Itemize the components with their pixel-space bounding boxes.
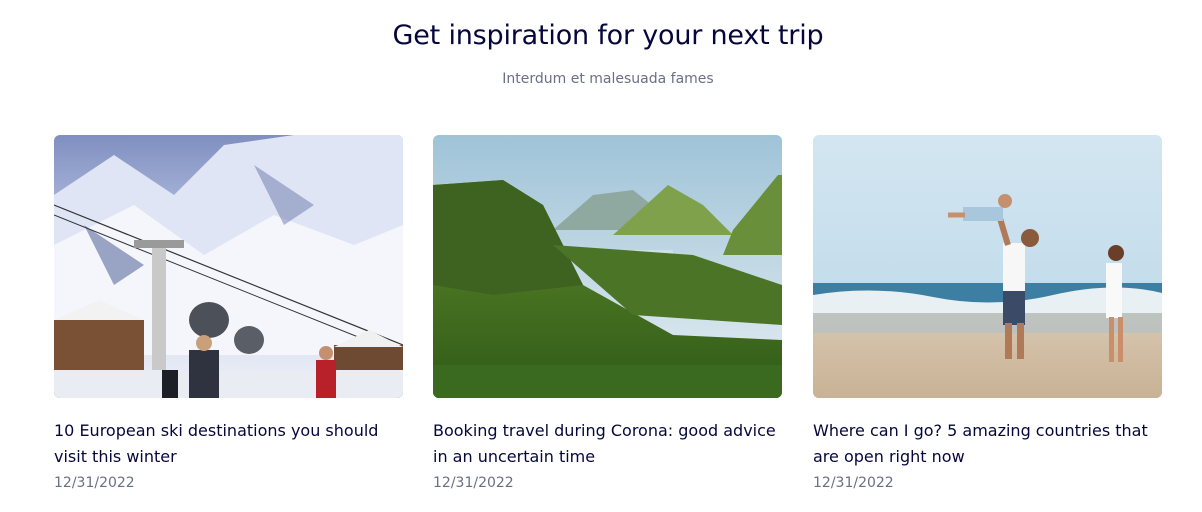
article-title[interactable]: Booking travel during Corona: good advic…	[433, 418, 782, 470]
article-date: 12/31/2022	[813, 475, 894, 491]
beach-family-image[interactable]	[813, 135, 1162, 398]
article-card[interactable]: Where can I go? 5 amazing countries that…	[813, 135, 1162, 493]
section-subtitle: Interdum et malesuada fames	[502, 71, 714, 87]
article-card[interactable]: 10 European ski destinations you should …	[54, 135, 403, 493]
inspiration-section: Get inspiration for your next trip Inter…	[0, 0, 1202, 512]
article-date: 12/31/2022	[433, 475, 514, 491]
article-title[interactable]: 10 European ski destinations you should …	[54, 418, 403, 470]
section-title: Get inspiration for your next trip	[392, 20, 824, 51]
article-title[interactable]: Where can I go? 5 amazing countries that…	[813, 418, 1162, 470]
article-card[interactable]: Booking travel during Corona: good advic…	[433, 135, 782, 493]
green-mountains-image[interactable]	[433, 135, 782, 398]
ski-resort-image[interactable]	[54, 135, 403, 398]
article-date: 12/31/2022	[54, 475, 135, 491]
